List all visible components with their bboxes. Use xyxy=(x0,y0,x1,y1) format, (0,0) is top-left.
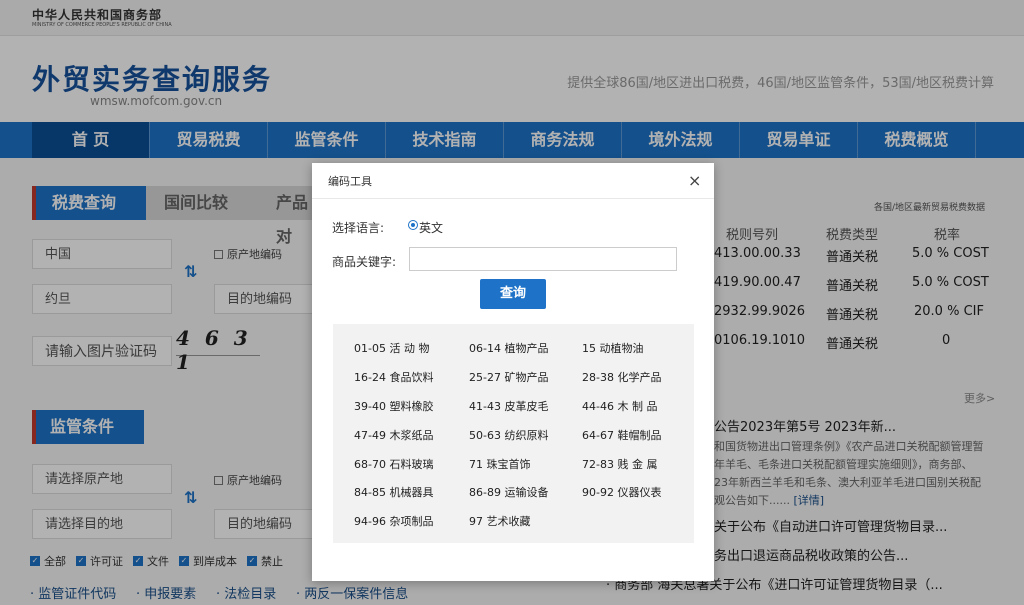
close-icon[interactable]: × xyxy=(688,171,701,190)
language-option-label[interactable]: 英文 xyxy=(419,219,443,236)
hs-section-link[interactable]: 72-83 贱 金 属 xyxy=(582,456,657,472)
query-button[interactable]: 查询 xyxy=(480,279,546,309)
language-radio-english[interactable] xyxy=(408,220,418,230)
dialog-title: 编码工具 xyxy=(328,175,372,188)
code-tool-dialog: 编码工具 × 选择语言: 英文 商品关键字: 查询 01-05 活 动 物 06… xyxy=(312,163,714,581)
hs-section-link[interactable]: 16-24 食品饮料 xyxy=(354,369,433,385)
hs-section-link[interactable]: 90-92 仪器仪表 xyxy=(582,484,661,500)
language-label: 选择语言: xyxy=(332,221,385,235)
hs-section-link[interactable]: 64-67 鞋帽制品 xyxy=(582,427,661,443)
hs-section-link[interactable]: 71 珠宝首饰 xyxy=(469,456,531,472)
hs-section-link[interactable]: 41-43 皮革皮毛 xyxy=(469,398,548,414)
hs-section-link[interactable]: 06-14 植物产品 xyxy=(469,340,548,356)
keyword-input[interactable] xyxy=(409,247,677,271)
hs-section-link[interactable]: 28-38 化学产品 xyxy=(582,369,661,385)
hs-section-link[interactable]: 68-70 石料玻璃 xyxy=(354,456,433,472)
hs-section-link[interactable]: 50-63 纺织原料 xyxy=(469,427,548,443)
hs-section-link[interactable]: 86-89 运输设备 xyxy=(469,484,548,500)
hs-section-grid: 01-05 活 动 物 06-14 植物产品 15 动植物油 16-24 食品饮… xyxy=(333,324,694,543)
hs-section-link[interactable]: 01-05 活 动 物 xyxy=(354,340,429,356)
hs-section-link[interactable]: 39-40 塑料橡胶 xyxy=(354,398,433,414)
hs-section-link[interactable]: 25-27 矿物产品 xyxy=(469,369,548,385)
dialog-divider xyxy=(312,198,714,199)
hs-section-link[interactable]: 44-46 木 制 品 xyxy=(582,398,657,414)
hs-section-link[interactable]: 84-85 机械器具 xyxy=(354,484,433,500)
hs-section-link[interactable]: 15 动植物油 xyxy=(582,340,644,356)
hs-section-link[interactable]: 94-96 杂项制品 xyxy=(354,513,433,529)
keyword-label: 商品关键字: xyxy=(332,255,397,269)
hs-section-link[interactable]: 47-49 木浆纸品 xyxy=(354,427,433,443)
hs-section-link[interactable]: 97 艺术收藏 xyxy=(469,513,531,529)
